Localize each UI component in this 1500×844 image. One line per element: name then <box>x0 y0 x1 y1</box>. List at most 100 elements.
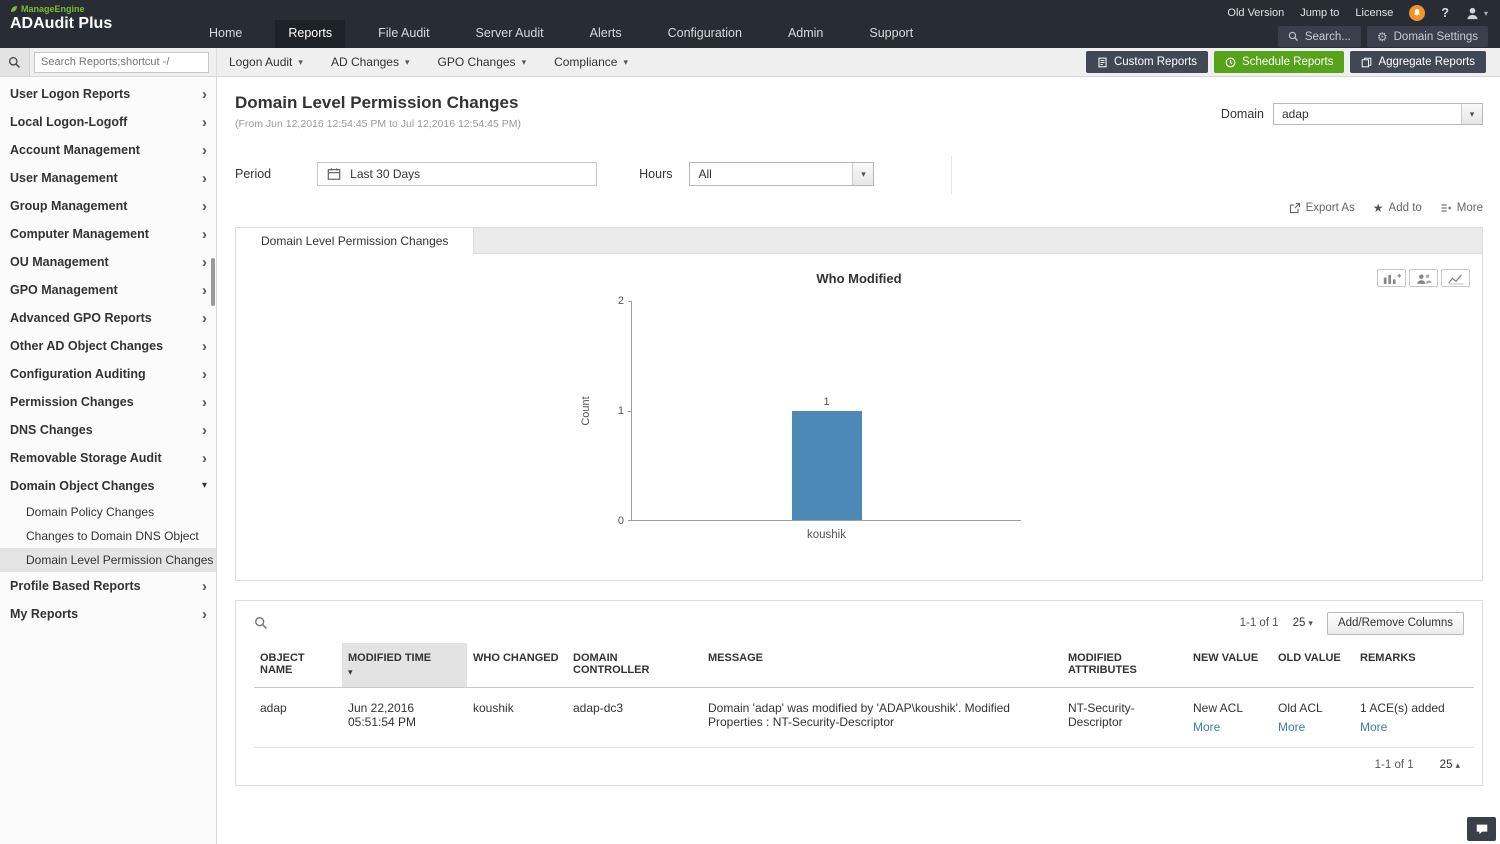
sidebar-item-removable-storage-audit[interactable]: Removable Storage Audit › <box>0 444 216 472</box>
domain-settings-button[interactable]: ⚙ Domain Settings <box>1366 26 1488 47</box>
sidebar-subitem-domain-level-permission-changes[interactable]: Domain Level Permission Changes <box>0 548 216 572</box>
global-search-button[interactable]: Search... <box>1277 26 1361 47</box>
new-value-more-link[interactable]: More <box>1193 720 1220 734</box>
more-button[interactable]: More <box>1440 202 1483 214</box>
chevron-right-icon: › <box>202 605 207 623</box>
bar-chart-icon[interactable] <box>1377 269 1406 287</box>
sidebar-scrollbar[interactable] <box>211 258 215 306</box>
domain-settings-label: Domain Settings <box>1393 30 1478 43</box>
menu-logon-audit[interactable]: Logon Audit ▾ <box>229 55 303 69</box>
help-icon[interactable]: ? <box>1441 6 1449 20</box>
pagination-info-bottom: 1-1 of 1 <box>1374 759 1414 771</box>
table-header-row: OBJECT NAME MODIFIED TIME ▾ WHO CHANGED D… <box>254 643 1474 688</box>
chart-type-toolbar <box>1377 269 1470 287</box>
period-picker[interactable]: Last 30 Days <box>317 162 598 186</box>
sidebar-item-configuration-auditing[interactable]: Configuration Auditing › <box>0 360 216 388</box>
sidebar-item-my-reports[interactable]: My Reports › <box>0 600 216 628</box>
sidebar-item-gpo-management[interactable]: GPO Management › <box>0 276 216 304</box>
nav-admin[interactable]: Admin <box>775 20 836 48</box>
remarks-more-link[interactable]: More <box>1360 720 1387 734</box>
menu-ad-changes[interactable]: AD Changes ▾ <box>331 55 410 69</box>
stacked-reports-icon <box>1362 57 1372 67</box>
jump-to-link[interactable]: Jump to <box>1300 7 1339 19</box>
nav-configuration[interactable]: Configuration <box>655 20 755 48</box>
schedule-reports-button[interactable]: Schedule Reports <box>1214 51 1345 73</box>
license-link[interactable]: License <box>1355 7 1393 19</box>
chevron-right-icon: › <box>202 253 207 271</box>
menu-compliance[interactable]: Compliance ▾ <box>554 55 628 69</box>
sidebar-item-account-management[interactable]: Account Management › <box>0 136 216 164</box>
toolbar-actions: Custom Reports Schedule Reports Aggregat… <box>1085 51 1486 73</box>
chat-bubble-icon <box>1476 824 1487 835</box>
export-as-button[interactable]: Export As <box>1289 202 1355 214</box>
user-menu[interactable]: ▾ <box>1465 6 1488 21</box>
domain-select[interactable]: adap ▾ <box>1273 103 1483 125</box>
nav-server-audit[interactable]: Server Audit <box>463 20 557 48</box>
sidebar-item-computer-management[interactable]: Computer Management › <box>0 220 216 248</box>
main-nav: Home Reports File Audit Server Audit Ale… <box>196 20 946 48</box>
nav-reports[interactable]: Reports <box>275 20 346 48</box>
menu-gpo-changes[interactable]: GPO Changes ▾ <box>438 55 527 69</box>
custom-reports-button[interactable]: Custom Reports <box>1085 51 1209 73</box>
chevron-right-icon: › <box>202 393 207 411</box>
sidebar-item-user-logon-reports[interactable]: User Logon Reports › <box>0 80 216 108</box>
users-chart-icon[interactable] <box>1409 269 1438 287</box>
nav-home[interactable]: Home <box>196 20 255 48</box>
bar-value-label: 1 <box>823 395 830 408</box>
page-size-select[interactable]: 25 ▾ <box>1293 617 1313 629</box>
col-new-value[interactable]: NEW VALUE <box>1187 643 1272 688</box>
clock-icon <box>1225 57 1236 67</box>
sidebar-subitem-changes-to-domain-dns-object[interactable]: Changes to Domain DNS Object <box>0 524 216 548</box>
sidebar-subitem-domain-policy-changes[interactable]: Domain Policy Changes <box>0 500 216 524</box>
search-icon <box>8 56 21 68</box>
sidebar-item-other-ad-object-changes[interactable]: Other AD Object Changes › <box>0 332 216 360</box>
bar-column: 1 <box>791 301 862 520</box>
nav-file-audit[interactable]: File Audit <box>365 20 442 48</box>
col-modified-attributes[interactable]: MODIFIED ATTRIBUTES <box>1062 643 1187 688</box>
add-remove-columns-button[interactable]: Add/Remove Columns <box>1326 611 1464 635</box>
sidebar-item-local-logon-logoff[interactable]: Local Logon-Logoff › <box>0 108 216 136</box>
line-chart-icon[interactable] <box>1441 269 1470 287</box>
col-old-value[interactable]: OLD VALUE <box>1272 643 1354 688</box>
tab-domain-level-permission-changes[interactable]: Domain Level Permission Changes <box>236 228 475 254</box>
nav-alerts[interactable]: Alerts <box>577 20 635 48</box>
period-label: Period <box>235 167 272 181</box>
pagination-info: 1-1 of 1 <box>1239 617 1279 629</box>
bar-koushik[interactable] <box>791 410 862 520</box>
col-remarks[interactable]: REMARKS <box>1354 643 1474 688</box>
report-search-input[interactable] <box>34 51 209 73</box>
sidebar-item-group-management[interactable]: Group Management › <box>0 192 216 220</box>
old-value-more-link[interactable]: More <box>1278 720 1305 734</box>
sidebar-item-permission-changes[interactable]: Permission Changes › <box>0 388 216 416</box>
col-object-name[interactable]: OBJECT NAME <box>254 643 342 688</box>
sidebar-item-domain-object-changes[interactable]: Domain Object Changes ▾ <box>0 472 216 500</box>
chevron-right-icon: › <box>202 113 207 131</box>
y-tick: 2 <box>617 295 624 307</box>
sidebar-item-advanced-gpo-reports[interactable]: Advanced GPO Reports › <box>0 304 216 332</box>
sidebar-item-dns-changes[interactable]: DNS Changes › <box>0 416 216 444</box>
table-search-icon[interactable] <box>254 616 268 630</box>
old-version-link[interactable]: Old Version <box>1227 7 1284 19</box>
reports-sidebar: User Logon Reports › Local Logon-Logoff › … <box>0 77 217 844</box>
sidebar-item-profile-based-reports[interactable]: Profile Based Reports › <box>0 572 216 600</box>
col-message[interactable]: MESSAGE <box>702 643 1062 688</box>
hours-select[interactable]: All ▾ <box>689 162 875 186</box>
chevron-right-icon: › <box>202 449 207 467</box>
nav-support[interactable]: Support <box>856 20 926 48</box>
app-logo[interactable]: ManageEngine ADAudit Plus <box>0 0 196 48</box>
search-button[interactable] <box>0 48 30 76</box>
col-domain-controller[interactable]: DOMAIN CONTROLLER <box>567 643 702 688</box>
col-modified-time[interactable]: MODIFIED TIME ▾ <box>342 643 467 688</box>
notifications-bell-icon[interactable] <box>1409 5 1426 21</box>
sidebar-item-ou-management[interactable]: OU Management › <box>0 248 216 276</box>
col-who-changed[interactable]: WHO CHANGED <box>467 643 567 688</box>
reports-toolbar: Logon Audit▾ AD Changes▾ GPO Changes▾ Co… <box>0 48 1500 77</box>
add-to-button[interactable]: ★ Add to <box>1373 202 1422 214</box>
chevron-right-icon: › <box>202 365 207 383</box>
aggregate-reports-button[interactable]: Aggregate Reports <box>1350 51 1486 73</box>
page-size-select-bottom[interactable]: 25 ▴ <box>1440 759 1460 771</box>
chevron-right-icon: › <box>202 169 207 187</box>
chevron-down-icon: ▾ <box>298 56 303 67</box>
sidebar-item-user-management[interactable]: User Management › <box>0 164 216 192</box>
feedback-chat-button[interactable] <box>1467 817 1496 841</box>
